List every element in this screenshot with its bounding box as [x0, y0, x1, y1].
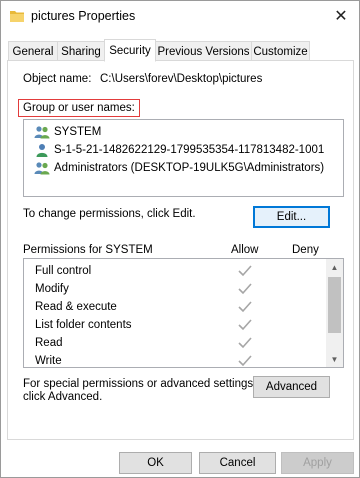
list-item[interactable]: S-1-5-21-1482622129-1799535354-117813482…: [34, 141, 324, 159]
tab-customize[interactable]: Customize: [251, 41, 310, 61]
tab-security[interactable]: Security: [104, 39, 156, 62]
allow-check-icon: [238, 265, 252, 277]
change-permissions-text: To change permissions, click Edit.: [23, 208, 196, 220]
tab-strip: General Sharing Security Previous Versio…: [8, 39, 354, 62]
ok-button[interactable]: OK: [119, 452, 192, 474]
allow-check-icon: [238, 283, 252, 295]
properties-window: pictures Properties ✕ General Sharing Se…: [0, 0, 360, 478]
user-icon: [36, 144, 48, 157]
user-name: SYSTEM: [54, 126, 102, 138]
allow-check-icon: [238, 319, 252, 331]
table-row: Modify: [24, 281, 326, 299]
table-row: Read & execute: [24, 299, 326, 317]
list-item[interactable]: Administrators (DESKTOP-19ULK5G\Administ…: [34, 159, 324, 177]
allow-check-icon: [238, 355, 252, 367]
permissions-header: Permissions for SYSTEM: [23, 244, 153, 256]
user-name: Administrators (DESKTOP-19ULK5G\Administ…: [54, 162, 325, 174]
user-name: S-1-5-21-1482622129-1799535354-117813482…: [54, 144, 325, 156]
folder-icon: [10, 11, 24, 22]
table-row: Write: [24, 353, 326, 371]
list-item[interactable]: SYSTEM: [34, 123, 101, 141]
special-permissions-line-2: click Advanced.: [23, 391, 103, 403]
permission-name: Modify: [35, 283, 69, 295]
advanced-button[interactable]: Advanced: [253, 376, 330, 398]
allow-check-icon: [238, 337, 252, 349]
scroll-down-arrow-icon[interactable]: ▼: [326, 351, 343, 367]
security-panel: Object name: C:\Users\forev\Desktop\pict…: [7, 60, 354, 440]
tab-sharing[interactable]: Sharing: [57, 41, 105, 61]
permission-name: Write: [35, 355, 62, 367]
apply-button[interactable]: Apply: [281, 452, 354, 474]
object-name-value: C:\Users\forev\Desktop\pictures: [100, 73, 263, 85]
object-name-label: Object name:: [23, 73, 92, 85]
tab-previous-versions[interactable]: Previous Versions: [155, 41, 252, 61]
table-row: List folder contents: [24, 317, 326, 335]
permission-name: List folder contents: [35, 319, 132, 331]
permission-name: Read & execute: [35, 301, 117, 313]
table-row: Read: [24, 335, 326, 353]
permissions-list[interactable]: Full control Modify Read & execute List …: [23, 258, 344, 368]
group-user-names-label: Group or user names:: [18, 99, 140, 117]
special-permissions-line-1: For special permissions or advanced sett…: [23, 378, 257, 390]
users-group-icon: [34, 126, 50, 139]
vertical-scrollbar[interactable]: ▲ ▼: [326, 259, 343, 367]
table-row: Full control: [24, 263, 326, 281]
users-list[interactable]: SYSTEM S-1-5-21-1482622129-1799535354-11…: [23, 119, 344, 197]
edit-button[interactable]: Edit...: [253, 206, 330, 228]
permission-name: Full control: [35, 265, 92, 277]
users-group-icon: [34, 162, 50, 175]
scroll-up-arrow-icon[interactable]: ▲: [326, 259, 343, 275]
deny-column-header: Deny: [292, 244, 319, 256]
special-permissions-text: For special permissions or advanced sett…: [23, 378, 256, 404]
permission-name: Read: [35, 337, 63, 349]
allow-check-icon: [238, 301, 252, 313]
scrollbar-thumb[interactable]: [328, 277, 341, 333]
window-title: pictures Properties: [31, 9, 136, 23]
title-bar[interactable]: pictures Properties ✕: [1, 1, 359, 33]
cancel-button[interactable]: Cancel: [199, 452, 276, 474]
allow-column-header: Allow: [231, 244, 259, 256]
close-icon: ✕: [334, 8, 348, 25]
close-button[interactable]: ✕: [327, 3, 355, 29]
tab-general[interactable]: General: [8, 41, 58, 61]
